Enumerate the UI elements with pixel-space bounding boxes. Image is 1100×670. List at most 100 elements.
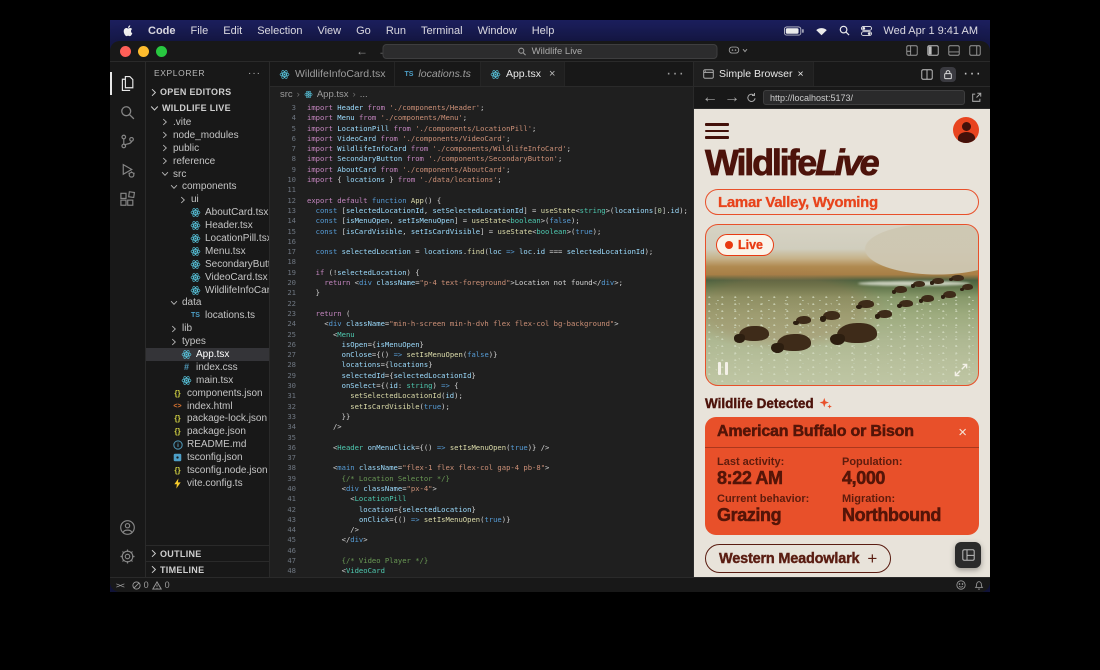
tab-simple-browser[interactable]: Simple Browser ×	[694, 62, 814, 86]
command-center-search[interactable]: Wildlife Live	[383, 44, 718, 59]
activity-search-button[interactable]	[110, 98, 146, 127]
window-zoom-button[interactable]	[156, 46, 167, 57]
problems-indicator[interactable]: 0 0	[132, 580, 170, 590]
tree-item-components-json[interactable]: {}components.json	[146, 387, 269, 400]
reload-icon[interactable]	[746, 92, 757, 103]
menu-item-selection[interactable]: Selection	[257, 25, 302, 37]
workspace-root-section[interactable]: WILDLIFE LIVE	[146, 100, 269, 116]
western-meadowlark-button[interactable]: Western Meadowlark +	[705, 544, 891, 573]
tree-item-wildlifeinfocard-tsx[interactable]: WildlifeInfoCard.tsx	[146, 284, 269, 297]
tree-item-menu-tsx[interactable]: Menu.tsx	[146, 245, 269, 258]
tree-item-vite[interactable]: .vite	[146, 116, 269, 129]
tree-item-readme-md[interactable]: README.md	[146, 438, 269, 451]
expand-icon[interactable]	[954, 363, 968, 377]
overlay-layout-button[interactable]	[955, 542, 981, 568]
open-editors-section[interactable]: OPEN EDITORS	[146, 84, 269, 100]
tree-item-tsconfig-node-json[interactable]: {}tsconfig.node.json	[146, 464, 269, 477]
timeline-section[interactable]: TIMELINE	[146, 561, 269, 577]
menu-item-terminal[interactable]: Terminal	[421, 25, 463, 37]
apple-menu-icon[interactable]	[122, 24, 134, 37]
tab-locations-ts[interactable]: TSlocations.ts	[395, 62, 480, 86]
tree-item-header-tsx[interactable]: Header.tsx	[146, 219, 269, 232]
tree-item-package-lock-json[interactable]: {}package-lock.json	[146, 412, 269, 425]
tree-item-reference[interactable]: reference	[146, 155, 269, 168]
activity-source-control-button[interactable]	[110, 127, 146, 156]
tree-item-app-tsx[interactable]: App.tsx	[146, 348, 269, 361]
tree-item-videocard-tsx[interactable]: VideoCard.tsx	[146, 271, 269, 284]
menubar-clock[interactable]: Wed Apr 1 9:41 AM	[883, 25, 978, 37]
browser-more-actions[interactable]: ···	[963, 65, 982, 83]
feedback-smiley-icon[interactable]	[956, 580, 966, 590]
tree-item-lib[interactable]: lib	[146, 322, 269, 335]
tree-item-locationpill-tsx[interactable]: LocationPill.tsx	[146, 232, 269, 245]
menu-item-window[interactable]: Window	[478, 25, 517, 37]
open-external-icon[interactable]	[971, 92, 982, 103]
accounts-button[interactable]	[110, 513, 146, 542]
breadcrumb[interactable]: src › App.tsx › ...	[270, 87, 693, 102]
close-icon[interactable]: ×	[549, 68, 555, 80]
tree-item-public[interactable]: public	[146, 142, 269, 155]
video-card[interactable]: Live	[705, 224, 979, 386]
toggle-panel-icon[interactable]	[948, 45, 960, 56]
lock-button[interactable]	[940, 67, 956, 82]
avatar-button[interactable]	[953, 117, 979, 143]
tree-item-types[interactable]: types	[146, 335, 269, 348]
close-icon[interactable]: ×	[798, 68, 804, 80]
menu-item-go[interactable]: Go	[356, 25, 371, 37]
tree-item-index-html[interactable]: <>index.html	[146, 400, 269, 413]
tree-item-src[interactable]: src	[146, 168, 269, 181]
outline-section[interactable]: OUTLINE	[146, 545, 269, 561]
tree-item-aboutcard-tsx[interactable]: AboutCard.tsx	[146, 206, 269, 219]
activity-extensions-button[interactable]	[110, 185, 146, 214]
toggle-secondary-sidebar-icon[interactable]	[969, 45, 981, 56]
tree-item-components[interactable]: components	[146, 180, 269, 193]
window-close-button[interactable]	[120, 46, 131, 57]
tree-item-locations-ts[interactable]: TSlocations.ts	[146, 309, 269, 322]
browser-back-button[interactable]: ←	[702, 89, 718, 107]
toggle-primary-sidebar-icon[interactable]	[927, 45, 939, 56]
tree-item-index-css[interactable]: #index.css	[146, 361, 269, 374]
spotlight-search-icon[interactable]	[839, 25, 850, 36]
bell-icon[interactable]	[974, 580, 984, 590]
tree-item-main-tsx[interactable]: main.tsx	[146, 374, 269, 387]
customize-layout-icon[interactable]	[906, 45, 918, 56]
battery-icon[interactable]	[784, 26, 804, 36]
close-icon[interactable]: ×	[958, 425, 967, 440]
activity-run-debug-button[interactable]	[110, 156, 146, 185]
explorer-more-actions[interactable]: ···	[248, 68, 261, 79]
breadcrumb-symbol[interactable]: ...	[360, 89, 368, 100]
split-editor-icon[interactable]	[921, 69, 933, 80]
pause-button[interactable]	[718, 362, 728, 375]
settings-gear-button[interactable]	[110, 542, 146, 571]
wifi-icon[interactable]	[815, 26, 828, 36]
code-editor[interactable]: 3import Header from './components/Header…	[270, 102, 693, 577]
remote-indicator[interactable]: ><	[116, 581, 124, 590]
menu-item-edit[interactable]: Edit	[223, 25, 242, 37]
tree-item-vite-config-ts[interactable]: vite.config.ts	[146, 477, 269, 490]
activity-explorer-button[interactable]	[110, 69, 146, 98]
history-back-button[interactable]: ←	[356, 44, 368, 58]
menu-item-help[interactable]: Help	[532, 25, 555, 37]
breadcrumb-file[interactable]: App.tsx	[317, 89, 349, 100]
tree-item-data[interactable]: data	[146, 296, 269, 309]
tree-item-ui[interactable]: ui	[146, 193, 269, 206]
tab-app-tsx[interactable]: App.tsx×	[481, 62, 565, 86]
editor-more-actions[interactable]: ···	[658, 62, 693, 86]
browser-forward-button[interactable]: →	[724, 89, 740, 107]
tree-item-node-modules[interactable]: node_modules	[146, 129, 269, 142]
window-minimize-button[interactable]	[138, 46, 149, 57]
menu-app-name[interactable]: Code	[148, 25, 176, 37]
hamburger-menu-button[interactable]	[705, 121, 729, 139]
location-pill-button[interactable]: Lamar Valley, Wyoming	[705, 189, 979, 215]
menu-item-run[interactable]: Run	[386, 25, 406, 37]
tree-item-tsconfig-json[interactable]: tsconfig.json	[146, 451, 269, 464]
breadcrumb-src[interactable]: src	[280, 89, 293, 100]
control-center-icon[interactable]	[861, 26, 872, 36]
menu-item-view[interactable]: View	[317, 25, 341, 37]
url-input[interactable]	[763, 90, 965, 105]
menu-item-file[interactable]: File	[191, 25, 209, 37]
tree-item-secondarybutton-tsx[interactable]: SecondaryButton.tsx	[146, 258, 269, 271]
tab-wildlifeinfocard-tsx[interactable]: WildlifeInfoCard.tsx	[270, 62, 395, 86]
tree-item-package-json[interactable]: {}package.json	[146, 425, 269, 438]
copilot-button[interactable]	[728, 45, 748, 56]
